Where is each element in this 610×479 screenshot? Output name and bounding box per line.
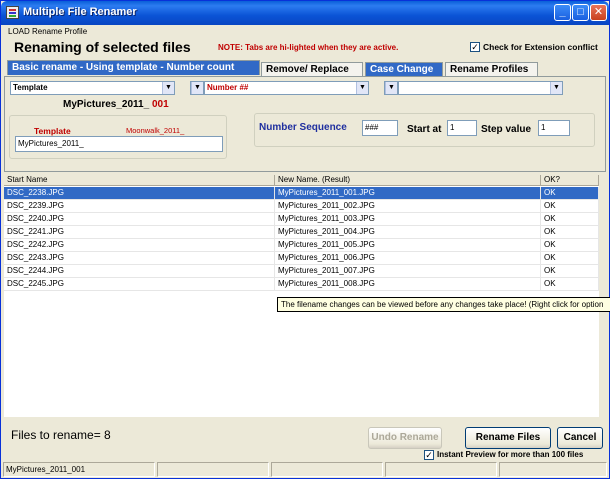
ok-cell: OK (541, 239, 599, 251)
chevron-down-icon: ▼ (191, 82, 203, 94)
start-at-input[interactable]: 1 (447, 120, 477, 136)
new-name-cell: MyPictures_2011_005.JPG (275, 239, 541, 251)
number-sequence-input[interactable]: ### (362, 120, 398, 136)
minimize-button[interactable]: _ (554, 4, 571, 21)
ok-cell: OK (541, 278, 599, 290)
files-grid[interactable]: Start Name New Name. (Result) OK? DSC_22… (4, 175, 599, 292)
new-name-cell: MyPictures_2011_006.JPG (275, 252, 541, 264)
template-hint: Moonwalk_2011_ (126, 126, 185, 135)
preview-name-text: MyPictures_2011_ (63, 99, 150, 110)
new-name-cell: MyPictures_2011_007.JPG (275, 265, 541, 277)
number-format-select[interactable]: Number ## ▼ (204, 81, 369, 95)
ok-cell: OK (541, 252, 599, 264)
step-value-input[interactable]: 1 (538, 120, 570, 136)
start-name-cell: DSC_2239.JPG (4, 200, 275, 212)
tab-remove-replace[interactable]: Remove/ Replace (261, 62, 363, 77)
maximize-button[interactable]: □ (572, 4, 589, 21)
column-header-new-name[interactable]: New Name. (Result) (275, 175, 541, 186)
template-input[interactable]: MyPictures_2011_ (15, 136, 223, 152)
new-name-cell: MyPictures_2011_002.JPG (275, 200, 541, 212)
status-panel-4 (385, 462, 497, 477)
step-value-label: Step value (481, 124, 532, 135)
preview-tooltip: The filename changes can be viewed befor… (277, 297, 610, 312)
chevron-down-icon: ▼ (385, 82, 397, 94)
files-to-rename-count: Files to rename= 8 (11, 428, 111, 442)
tab-rename-profiles[interactable]: Rename Profiles (445, 62, 538, 77)
new-name-cell: MyPictures_2011_003.JPG (275, 213, 541, 225)
check-mark-icon: ✓ (471, 42, 479, 52)
start-name-cell: DSC_2244.JPG (4, 265, 275, 277)
ok-cell: OK (541, 226, 599, 238)
start-name-cell: DSC_2238.JPG (4, 187, 275, 199)
window-title: Multiple File Renamer (23, 6, 137, 18)
title-bar[interactable]: Multiple File Renamer _ □ ✕ (1, 1, 609, 25)
template-type-value: Template (13, 83, 48, 92)
status-bar: MyPictures_2011_001 (3, 462, 607, 477)
extension-conflict-checkbox[interactable]: ✓ (470, 42, 480, 52)
column-header-start-name[interactable]: Start Name (4, 175, 275, 186)
tab-basic-rename[interactable]: Basic rename - Using template - Number c… (7, 60, 260, 75)
cancel-button[interactable]: Cancel (557, 427, 603, 449)
ok-cell: OK (541, 187, 599, 199)
chevron-down-icon: ▼ (356, 82, 368, 94)
status-panel-2 (157, 462, 269, 477)
suffix-select[interactable]: ▼ (398, 81, 563, 95)
app-window: Multiple File Renamer _ □ ✕ LOAD Rename … (0, 0, 610, 479)
ok-cell: OK (541, 213, 599, 225)
extension-conflict-label: Check for Extension conflict (483, 42, 598, 52)
extra-separator-select[interactable]: ▼ (384, 81, 398, 95)
start-name-cell: DSC_2245.JPG (4, 278, 275, 290)
number-sequence-label: Number Sequence (259, 122, 347, 133)
table-row[interactable]: DSC_2244.JPG MyPictures_2011_007.JPG OK (4, 265, 599, 278)
instant-preview-checkbox[interactable]: ✓ (424, 450, 434, 460)
instant-preview-label: Instant Preview for more than 100 files (437, 450, 584, 459)
check-mark-icon: ✓ (425, 450, 433, 460)
table-row[interactable]: DSC_2243.JPG MyPictures_2011_006.JPG OK (4, 252, 599, 265)
preview-number: 001 (151, 99, 169, 110)
preview-name: MyPictures_2011_ 001 (63, 99, 169, 110)
new-name-cell: MyPictures_2011_008.JPG (275, 278, 541, 290)
table-row[interactable]: DSC_2238.JPG MyPictures_2011_001.JPG OK (4, 187, 599, 200)
separator-select[interactable]: ▼ (190, 81, 204, 95)
table-row[interactable]: DSC_2239.JPG MyPictures_2011_002.JPG OK (4, 200, 599, 213)
template-group: Template Moonwalk_2011_ MyPictures_2011_ (9, 115, 227, 159)
new-name-cell: MyPictures_2011_001.JPG (275, 187, 541, 199)
basic-rename-panel: Template ▼ ▼ Number ## ▼ ▼ ▼ MyPictures_… (4, 76, 606, 172)
tab-case-change[interactable]: Case Change (365, 62, 443, 77)
start-name-cell: DSC_2243.JPG (4, 252, 275, 264)
app-icon (6, 6, 19, 19)
rename-files-button[interactable]: Rename Files (465, 427, 551, 449)
close-button[interactable]: ✕ (590, 4, 607, 21)
status-panel-3 (271, 462, 383, 477)
table-row[interactable]: DSC_2240.JPG MyPictures_2011_003.JPG OK (4, 213, 599, 226)
ok-cell: OK (541, 265, 599, 277)
start-at-label: Start at (407, 124, 442, 135)
chevron-down-icon: ▼ (162, 82, 174, 94)
chevron-down-icon: ▼ (550, 82, 562, 94)
page-title: Renaming of selected files (14, 39, 191, 55)
new-name-cell: MyPictures_2011_004.JPG (275, 226, 541, 238)
ok-cell: OK (541, 200, 599, 212)
table-row[interactable]: DSC_2242.JPG MyPictures_2011_005.JPG OK (4, 239, 599, 252)
undo-rename-button[interactable]: Undo Rename (368, 427, 442, 449)
template-type-select[interactable]: Template ▼ (10, 81, 175, 95)
table-row[interactable]: DSC_2245.JPG MyPictures_2011_008.JPG OK (4, 278, 599, 291)
template-label: Template (34, 126, 71, 136)
start-name-cell: DSC_2241.JPG (4, 226, 275, 238)
table-row[interactable]: DSC_2241.JPG MyPictures_2011_004.JPG OK (4, 226, 599, 239)
start-name-cell: DSC_2242.JPG (4, 239, 275, 251)
column-header-ok[interactable]: OK? (541, 175, 599, 186)
tabs-note: NOTE: Tabs are hi-lighted when they are … (218, 43, 399, 52)
start-name-cell: DSC_2240.JPG (4, 213, 275, 225)
menu-load-profile[interactable]: LOAD Rename Profile (8, 27, 87, 36)
number-format-value: Number ## (207, 83, 249, 92)
number-sequence-group: Number Sequence ### Start at 1 Step valu… (254, 113, 595, 147)
status-panel-5 (499, 462, 607, 477)
status-panel-filename: MyPictures_2011_001 (3, 462, 155, 477)
